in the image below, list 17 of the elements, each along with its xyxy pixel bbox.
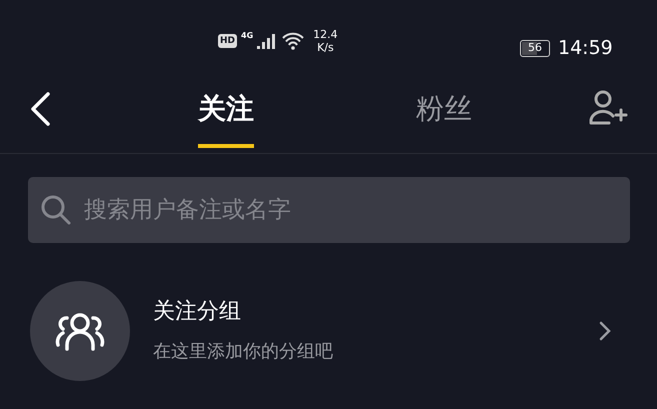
speed-value: 12.4 xyxy=(313,28,338,41)
search-field[interactable]: 搜索用户备注或名字 xyxy=(28,177,630,243)
network-type: 4G xyxy=(241,30,254,42)
clock: 14:59 xyxy=(558,36,613,61)
tab[interactable]: 关注 xyxy=(198,88,254,148)
battery-icon: 56 xyxy=(520,40,550,57)
speed-unit: K/s xyxy=(317,41,334,54)
signal-icon xyxy=(257,33,278,49)
group-title: 关注分组 xyxy=(153,298,242,326)
add-user-icon[interactable] xyxy=(588,90,628,126)
chevron-right-icon[interactable] xyxy=(599,321,611,341)
wifi-icon xyxy=(281,32,306,50)
hd-indicator: HD xyxy=(218,34,238,48)
group-subtitle: 在这里添加你的分组吧 xyxy=(153,340,334,364)
tab[interactable]: 粉丝 xyxy=(416,88,472,148)
back-icon[interactable] xyxy=(30,92,52,126)
group-icon xyxy=(55,311,105,351)
